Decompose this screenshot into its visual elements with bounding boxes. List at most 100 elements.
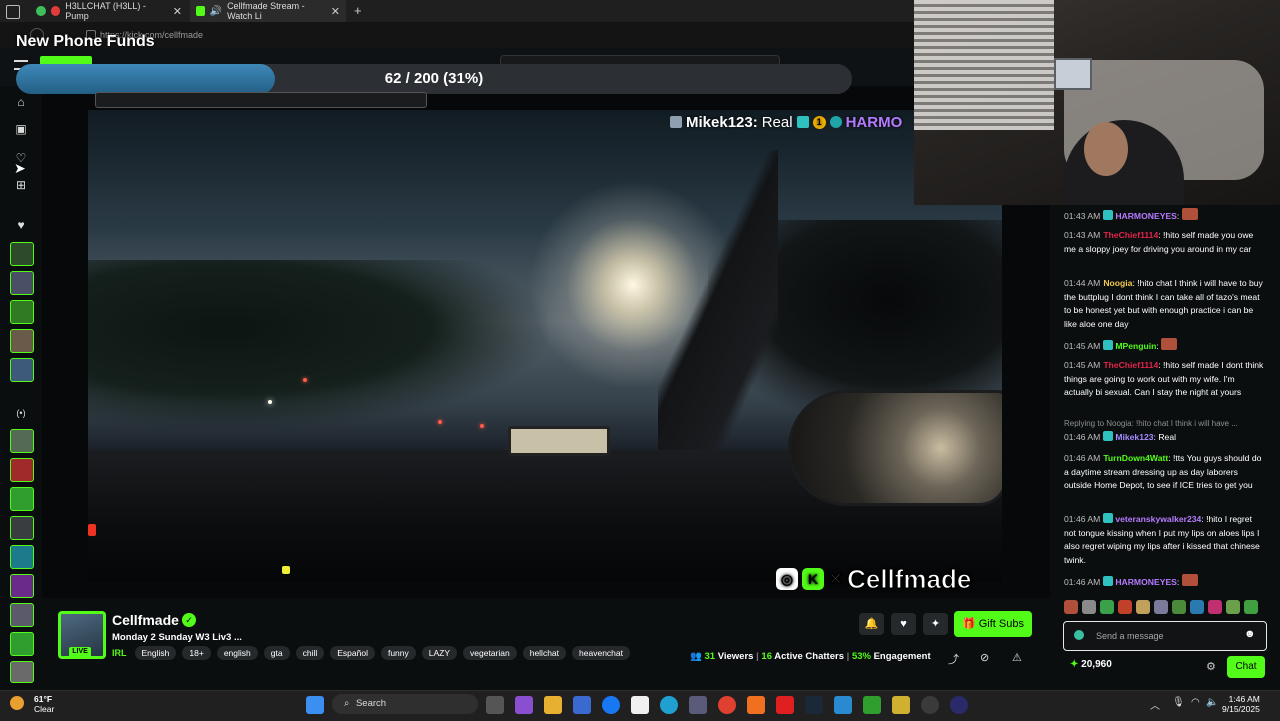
chat-username[interactable]: MPenguin <box>1115 341 1156 351</box>
stream-tag[interactable]: Español <box>330 646 375 660</box>
recommended-channel-avatar[interactable] <box>10 429 34 453</box>
tab-h3llchat[interactable]: H3LLCHAT (H3LL) - Pump ✕ <box>30 0 188 22</box>
taskbar-search[interactable]: ⌕ Search <box>332 694 478 714</box>
stream-tag[interactable]: LAZY <box>421 646 458 660</box>
chat-username[interactable]: Noogia <box>1103 278 1132 288</box>
emote[interactable] <box>1154 600 1168 614</box>
channel-points[interactable]: ✦ 20,960 <box>1070 659 1112 670</box>
weather-widget[interactable]: 61°F Clear <box>10 694 54 714</box>
stream-tag[interactable]: gta <box>263 646 290 660</box>
settings-icon[interactable]: ⚙ <box>1206 660 1216 673</box>
chat-send-button[interactable]: Chat <box>1227 656 1265 678</box>
recommended-channel-avatar[interactable] <box>10 458 34 482</box>
stream-tag[interactable]: english <box>216 646 258 660</box>
tab-actions-icon[interactable] <box>6 5 20 19</box>
close-tab-icon[interactable]: ✕ <box>173 5 182 18</box>
stream-tag[interactable]: funny <box>380 646 416 660</box>
recommended-channel-avatar[interactable] <box>10 661 34 683</box>
app-icon[interactable] <box>892 696 910 714</box>
emote[interactable] <box>1172 600 1186 614</box>
steam-icon[interactable] <box>805 696 823 714</box>
notification-bell-button[interactable]: 🔔 <box>859 613 884 635</box>
emote[interactable] <box>1226 600 1240 614</box>
emote[interactable] <box>1208 600 1222 614</box>
xbox-icon[interactable] <box>863 696 881 714</box>
emote[interactable] <box>1100 600 1114 614</box>
gift-subs-button[interactable]: 🎁 Gift Subs <box>954 611 1032 637</box>
edge-icon[interactable] <box>660 696 678 714</box>
video-frame <box>88 110 1002 582</box>
microphone-icon[interactable]: 🎙 <box>1172 697 1185 708</box>
store-icon[interactable] <box>573 696 591 714</box>
chat-username[interactable]: TheChief1114 <box>1103 360 1158 370</box>
chat-username[interactable]: Mikek123 <box>1115 432 1153 442</box>
followed-channel-avatar[interactable] <box>10 242 34 266</box>
chat-input-box[interactable]: ☻ <box>1063 621 1267 651</box>
speaker-icon[interactable]: 🔊 <box>210 6 222 17</box>
report-icon[interactable]: ⚠ <box>1012 651 1022 664</box>
new-tab-button[interactable]: + <box>354 3 362 18</box>
share-icon[interactable]: ⤴ <box>948 651 959 667</box>
categories-icon[interactable]: ⊞ <box>14 178 28 192</box>
browse-icon[interactable]: ▣ <box>14 122 28 136</box>
recommended-channel-avatar[interactable] <box>10 487 34 511</box>
hide-icon[interactable]: ⊘ <box>980 651 989 664</box>
chat-username[interactable]: TurnDown4Watt <box>1103 453 1168 463</box>
chat-username[interactable]: TheChief1114 <box>1103 230 1158 240</box>
x-icon: ✕ <box>827 568 844 589</box>
recommended-channel-avatar[interactable] <box>10 574 34 598</box>
sparkle-button[interactable]: ✦ <box>923 613 948 635</box>
stream-tag[interactable]: vegetarian <box>463 646 517 660</box>
category-link[interactable]: IRL <box>112 648 127 658</box>
stream-tag[interactable]: English <box>134 646 177 660</box>
emote[interactable] <box>1190 600 1204 614</box>
app-icon[interactable] <box>747 696 765 714</box>
chat-username[interactable]: veteranskywalker234 <box>1115 514 1201 524</box>
facebook-icon[interactable] <box>602 696 620 714</box>
stream-tag[interactable]: 18+ <box>182 646 211 660</box>
stream-tag[interactable]: heavenchat <box>572 646 630 660</box>
channel-name[interactable]: Cellfmade <box>112 612 179 628</box>
app-icon[interactable] <box>950 696 968 714</box>
tab-cellfmade[interactable]: 🔊 Cellfmade Stream - Watch Li ✕ <box>190 0 346 22</box>
followed-channel-avatar[interactable] <box>10 300 34 324</box>
followed-channel-avatar[interactable] <box>10 358 34 382</box>
chat-message-input[interactable] <box>1094 628 1238 644</box>
chat-ticker: Mikek123: Real 1 HARMO <box>670 112 914 132</box>
followed-channel-avatar[interactable] <box>10 329 34 353</box>
windows-start-icon[interactable] <box>306 696 324 714</box>
home-icon[interactable]: ⌂ <box>14 95 28 109</box>
app-icon[interactable] <box>834 696 852 714</box>
stream-tag[interactable]: hellchat <box>522 646 567 660</box>
close-tab-icon[interactable]: ✕ <box>331 5 340 18</box>
emote[interactable] <box>1118 600 1132 614</box>
emote[interactable] <box>1244 600 1258 614</box>
emoji-icon[interactable]: ☻ <box>1244 628 1256 640</box>
volume-icon[interactable]: 🔈 <box>1206 697 1218 708</box>
stream-tag[interactable]: chill <box>295 646 325 660</box>
task-view-icon[interactable] <box>486 696 504 714</box>
calculator-icon[interactable] <box>689 696 707 714</box>
chat-username[interactable]: HARMONEYES <box>1115 577 1177 587</box>
emote[interactable] <box>1136 600 1150 614</box>
recommended-channel-avatar[interactable] <box>10 632 34 656</box>
amazon-icon[interactable] <box>631 696 649 714</box>
obs-icon[interactable] <box>921 696 939 714</box>
recommended-channel-avatar[interactable] <box>10 516 34 540</box>
file-explorer-icon[interactable] <box>544 696 562 714</box>
wifi-icon[interactable]: ◠ <box>1191 697 1200 708</box>
recommended-channel-avatar[interactable] <box>10 603 34 627</box>
recommended-channel-avatar[interactable] <box>10 545 34 569</box>
followed-channel-avatar[interactable] <box>10 271 34 295</box>
chrome-icon[interactable] <box>718 696 736 714</box>
chat-username[interactable]: HARMONEYES <box>1115 211 1177 221</box>
video-player[interactable] <box>42 86 1050 598</box>
tray-chevron-icon[interactable]: ︿ <box>1150 697 1160 712</box>
taskbar-clock[interactable]: 1:46 AM 9/15/2025 <box>1222 694 1260 714</box>
follow-heart-button[interactable]: ♥ <box>891 613 916 635</box>
emote[interactable] <box>1064 600 1078 614</box>
youtube-icon[interactable] <box>776 696 794 714</box>
emote[interactable] <box>1082 600 1096 614</box>
goal-progress-text: 62 / 200 (31%) <box>384 70 484 87</box>
copilot-icon[interactable] <box>515 696 533 714</box>
